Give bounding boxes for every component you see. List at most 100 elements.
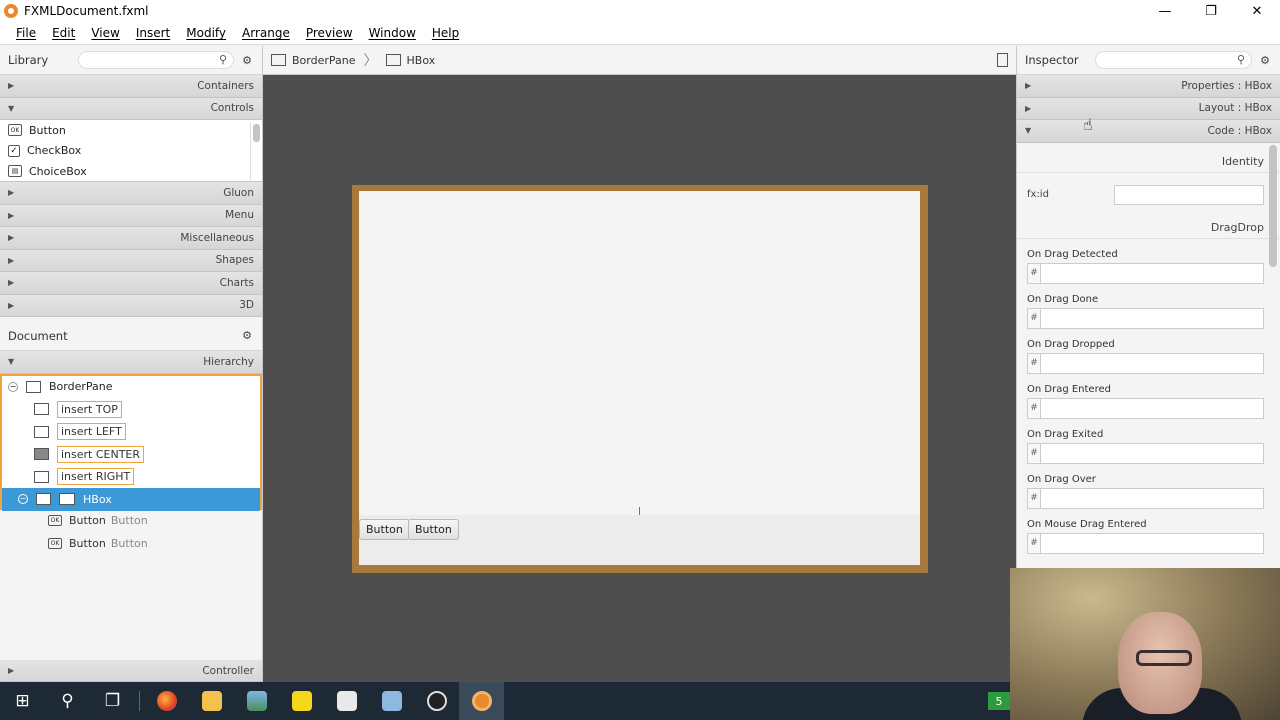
3d-viewer-icon[interactable] <box>369 682 414 720</box>
hash-prefix: # <box>1027 397 1041 419</box>
restore-button[interactable]: ❐ <box>1188 0 1234 22</box>
collapse-toggle-icon[interactable]: − <box>18 494 28 505</box>
menu-modify[interactable]: Modify <box>178 26 234 40</box>
inspector-section-code[interactable]: ▼ Code : HBox <box>1017 120 1280 143</box>
tree-item-button-1[interactable]: OK Button Button <box>0 509 262 532</box>
snipping-tool-icon[interactable] <box>324 682 369 720</box>
library-item-checkbox[interactable]: ✓ CheckBox <box>0 141 262 162</box>
canvas-button-2[interactable]: Button <box>408 519 459 540</box>
library-section-charts[interactable]: ▶ Charts <box>0 272 262 295</box>
expanded-triangle-icon: ▼ <box>8 357 15 367</box>
library-header: Library ⚲ ⚙ <box>0 46 262 75</box>
document-section-hierarchy[interactable]: ▼ Hierarchy <box>0 351 262 374</box>
obs-icon[interactable] <box>414 682 459 720</box>
breadcrumb-item-borderpane[interactable]: BorderPane <box>292 54 356 67</box>
tree-item-insert-right[interactable]: insert RIGHT <box>2 466 260 489</box>
section-label: Menu <box>225 209 254 222</box>
on-drag-over-input[interactable] <box>1041 487 1264 509</box>
on-drag-entered-input[interactable] <box>1041 397 1264 419</box>
library-section-gluon[interactable]: ▶ Gluon <box>0 182 262 205</box>
collapsed-triangle-icon: ▶ <box>8 278 15 288</box>
tree-item-hbox[interactable]: − HBox <box>2 488 260 511</box>
tree-item-borderpane[interactable]: − BorderPane <box>2 376 260 399</box>
sticky-notes-icon[interactable] <box>279 682 324 720</box>
document-gear-icon[interactable]: ⚙ <box>240 329 254 342</box>
on-drag-dropped-input[interactable] <box>1041 352 1264 374</box>
menu-file[interactable]: File <box>8 26 44 40</box>
scene-builder-icon[interactable] <box>459 682 504 720</box>
inspector-section-layout[interactable]: ▶ Layout : HBox <box>1017 97 1280 120</box>
on-drag-detected-field: # <box>1027 262 1264 284</box>
file-explorer-icon[interactable] <box>189 682 234 720</box>
breadcrumb-item-hbox[interactable]: HBox <box>407 54 436 67</box>
borderpane-content[interactable]: Button Button <box>359 191 920 565</box>
collapsed-triangle-icon: ▶ <box>1025 81 1032 91</box>
border-center-icon <box>34 448 49 461</box>
library-section-shapes[interactable]: ▶ Shapes <box>0 249 262 272</box>
on-drag-done-input[interactable] <box>1041 307 1264 329</box>
document-title: Document <box>8 328 68 343</box>
library-item-button[interactable]: OK Button <box>0 120 262 141</box>
border-top-icon <box>34 403 49 416</box>
tree-item-button-2[interactable]: OK Button Button <box>0 532 262 555</box>
borderpane-canvas[interactable]: Button Button <box>352 185 928 573</box>
menu-preview[interactable]: Preview <box>298 26 361 40</box>
close-button[interactable]: ✕ <box>1234 0 1280 22</box>
library-item-choicebox[interactable]: ▤ ChoiceBox <box>0 161 262 182</box>
hbox-icon <box>385 54 401 66</box>
inspector-section-properties[interactable]: ▶ Properties : HBox <box>1017 75 1280 98</box>
insert-right-label: insert RIGHT <box>57 468 135 486</box>
hbox-container[interactable]: Button Button <box>359 507 920 565</box>
library-section-3d[interactable]: ▶ 3D <box>0 294 262 317</box>
library-scrollbar[interactable] <box>250 122 260 180</box>
collapse-toggle-icon[interactable]: − <box>8 381 18 392</box>
fxid-input[interactable] <box>1114 184 1264 205</box>
dragdrop-heading: DragDrop <box>1017 217 1280 239</box>
document-icon[interactable] <box>997 53 1008 67</box>
event-label: On Drag Over <box>1027 473 1096 485</box>
collapsed-triangle-icon: ▶ <box>8 233 15 243</box>
menu-arrange[interactable]: Arrange <box>234 26 298 40</box>
section-label: 3D <box>239 299 254 312</box>
inspector-search-input[interactable]: ⚲ <box>1095 51 1252 69</box>
tree-item-insert-center[interactable]: insert CENTER <box>2 443 260 466</box>
event-label: On Drag Detected <box>1027 248 1118 260</box>
task-view-icon[interactable]: ❐ <box>90 682 135 720</box>
library-section-miscellaneous[interactable]: ▶ Miscellaneous <box>0 227 262 250</box>
menu-view[interactable]: View <box>83 26 127 40</box>
hash-prefix: # <box>1027 307 1041 329</box>
taskbar-separator <box>139 691 140 711</box>
hash-prefix: # <box>1027 352 1041 374</box>
library-section-menu[interactable]: ▶ Menu <box>0 204 262 227</box>
search-icon[interactable]: ⚲ <box>45 682 90 720</box>
firefox-icon[interactable] <box>144 682 189 720</box>
scrollbar-thumb[interactable] <box>253 124 260 142</box>
document-section-controller[interactable]: ▶ Controller <box>0 660 262 682</box>
section-label: Properties : HBox <box>1181 79 1272 92</box>
library-gear-icon[interactable]: ⚙ <box>240 54 254 67</box>
on-drag-exited-input[interactable] <box>1041 442 1264 464</box>
library-section-containers[interactable]: ▶ Containers <box>0 75 262 98</box>
event-label: On Mouse Drag Entered <box>1027 518 1147 530</box>
tree-item-insert-top[interactable]: insert TOP <box>2 398 260 421</box>
expanded-triangle-icon: ▼ <box>8 103 15 113</box>
minimize-button[interactable]: — <box>1142 0 1188 22</box>
menu-insert[interactable]: Insert <box>128 26 178 40</box>
library-search-input[interactable]: ⚲ <box>78 51 234 69</box>
library-section-controls[interactable]: ▼ Controls <box>0 97 262 120</box>
canvas-button-1[interactable]: Button <box>359 519 410 540</box>
on-drag-detected-input[interactable] <box>1041 262 1264 284</box>
scrollbar-thumb[interactable] <box>1269 144 1277 267</box>
tree-item-insert-left[interactable]: insert LEFT <box>2 421 260 444</box>
photos-icon[interactable] <box>234 682 279 720</box>
collapsed-triangle-icon: ▶ <box>8 210 15 220</box>
library-item-label: CheckBox <box>27 144 82 158</box>
menu-edit[interactable]: Edit <box>44 26 83 40</box>
resize-handle[interactable] <box>639 507 640 515</box>
windows-start-icon[interactable]: ⊞ <box>0 682 45 720</box>
menu-help[interactable]: Help <box>424 26 467 40</box>
on-mouse-drag-entered-input[interactable] <box>1041 532 1264 554</box>
inspector-gear-icon[interactable]: ⚙ <box>1258 54 1272 67</box>
hash-prefix: # <box>1027 442 1041 464</box>
menu-window[interactable]: Window <box>361 26 424 40</box>
